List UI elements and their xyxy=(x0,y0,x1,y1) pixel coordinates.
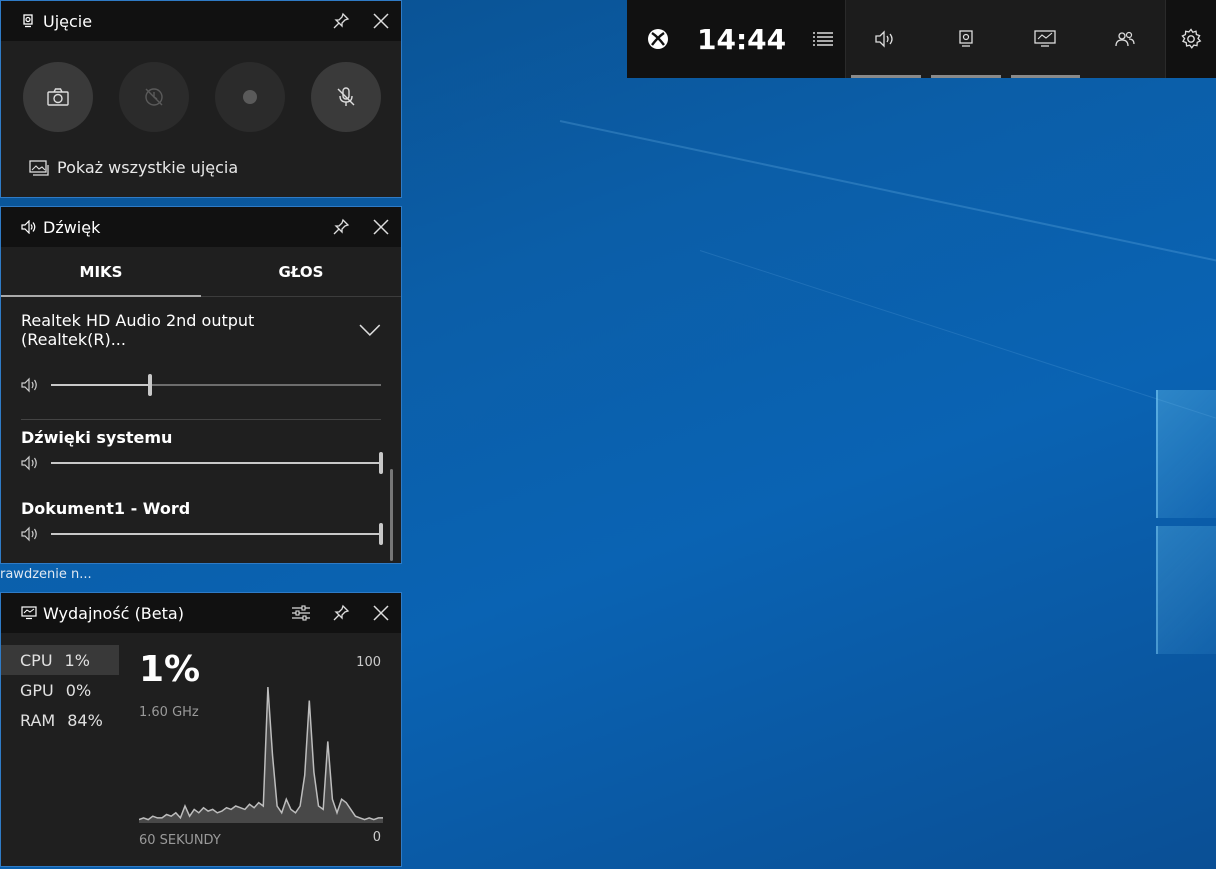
metric-label: CPU xyxy=(20,650,53,670)
cpu-graph-area: 1% 1.60 GHz 100 0 60 SEKUNDY xyxy=(119,633,401,868)
pin-button[interactable] xyxy=(321,1,361,41)
list-icon xyxy=(813,32,834,46)
x-axis-label: 60 SEKUNDY xyxy=(139,833,221,848)
close-button[interactable] xyxy=(361,593,401,633)
word-volume-slider[interactable] xyxy=(51,523,383,545)
capture-icon xyxy=(958,30,973,47)
audio-title: Dźwięk xyxy=(43,217,101,237)
settings-button[interactable] xyxy=(1165,0,1216,78)
people-icon xyxy=(1115,31,1135,47)
metric-value: 0% xyxy=(65,680,92,700)
monitor-icon xyxy=(21,606,37,620)
slider-thumb[interactable] xyxy=(379,523,383,545)
performance-widget-toggle[interactable] xyxy=(1006,0,1086,78)
gear-icon xyxy=(1181,28,1202,49)
active-indicator xyxy=(851,75,921,78)
xbox-button[interactable] xyxy=(647,28,669,50)
master-volume-row xyxy=(1,373,401,397)
record-last-button[interactable] xyxy=(119,62,189,132)
cpu-frequency: 1.60 GHz xyxy=(139,705,199,720)
widget-menu-button[interactable] xyxy=(812,31,834,47)
metric-ram[interactable]: RAM 84% xyxy=(1,705,119,735)
close-icon xyxy=(373,13,389,29)
capture-header: Ujęcie xyxy=(1,1,401,41)
social-widget-toggle[interactable] xyxy=(1085,0,1165,78)
close-icon xyxy=(373,219,389,235)
system-sounds-volume-slider[interactable] xyxy=(51,452,383,474)
game-bar: 14:44 xyxy=(627,0,1216,78)
monitor-icon xyxy=(1034,30,1057,47)
windows-logo-pane xyxy=(1156,526,1216,654)
audio-tabs: MIKS GŁOS xyxy=(1,247,401,297)
capture-icon xyxy=(21,14,35,28)
cpu-usage-value: 1% xyxy=(139,649,201,690)
pin-icon xyxy=(333,604,350,621)
mic-off-icon xyxy=(337,87,355,106)
metric-value: 84% xyxy=(67,710,103,730)
close-button[interactable] xyxy=(361,207,401,247)
y-axis-min: 0 xyxy=(372,830,381,845)
pin-button[interactable] xyxy=(321,593,361,633)
tooltip-text: rawdzenie n... xyxy=(0,567,92,582)
slider-thumb[interactable] xyxy=(379,452,383,474)
speaker-icon xyxy=(21,526,37,542)
show-all-captures-link[interactable]: Pokaż wszystkie ujęcia xyxy=(29,158,401,177)
xbox-logo-icon xyxy=(648,29,668,49)
slider-thumb[interactable] xyxy=(148,374,152,396)
performance-header: Wydajność (Beta) xyxy=(1,593,401,633)
audio-scrollbar[interactable] xyxy=(390,469,393,561)
start-recording-button[interactable] xyxy=(215,62,285,132)
metric-gpu[interactable]: GPU 0% xyxy=(1,675,119,705)
mic-toggle-button[interactable] xyxy=(311,62,381,132)
capture-widget-toggle[interactable] xyxy=(926,0,1006,78)
audio-widget: Dźwięk MIKS GŁOS Realtek HD Audio 2nd ou… xyxy=(0,206,402,564)
audio-widget-toggle[interactable] xyxy=(846,0,926,78)
close-button[interactable] xyxy=(361,1,401,41)
metric-label: GPU xyxy=(20,680,54,700)
app-name-word: Dokument1 - Word xyxy=(21,499,191,518)
record-last-disabled-icon xyxy=(145,88,163,106)
desktop-light-beam xyxy=(699,250,1216,468)
output-device-dropdown[interactable]: Realtek HD Audio 2nd output (Realtek(R).… xyxy=(1,297,401,349)
record-icon xyxy=(243,90,257,104)
sliders-icon xyxy=(292,605,310,621)
system-sounds-volume-row xyxy=(1,451,401,475)
capture-title: Ujęcie xyxy=(43,11,93,31)
speaker-icon xyxy=(21,377,37,393)
desktop-light-beam xyxy=(559,120,1216,310)
metric-value: 1% xyxy=(64,650,90,670)
speaker-icon xyxy=(21,455,37,471)
camera-icon xyxy=(47,88,69,106)
tab-mix[interactable]: MIKS xyxy=(1,247,201,297)
speaker-icon xyxy=(21,220,36,234)
performance-widget: Wydajność (Beta) CPU 1% GPU 0% RAM 84% 1… xyxy=(0,592,402,867)
close-icon xyxy=(373,605,389,621)
metric-list: CPU 1% GPU 0% RAM 84% xyxy=(1,633,119,868)
output-device-label: Realtek HD Audio 2nd output (Realtek(R).… xyxy=(21,311,255,349)
metric-label: RAM xyxy=(20,710,56,730)
tab-voice[interactable]: GŁOS xyxy=(201,247,401,296)
active-indicator xyxy=(1010,75,1081,78)
master-volume-slider[interactable] xyxy=(51,374,381,396)
pin-icon xyxy=(333,218,350,235)
active-indicator xyxy=(930,75,1001,78)
audio-header: Dźwięk xyxy=(1,207,401,247)
clock: 14:44 xyxy=(697,22,787,56)
windows-logo-pane xyxy=(1156,390,1216,518)
options-button[interactable] xyxy=(281,593,321,633)
speaker-icon xyxy=(875,30,893,48)
word-volume-row xyxy=(1,522,401,546)
metric-cpu[interactable]: CPU 1% xyxy=(1,645,119,675)
pin-icon xyxy=(333,12,350,29)
screenshot-button[interactable] xyxy=(23,62,93,132)
show-all-captures-label: Pokaż wszystkie ujęcia xyxy=(57,158,239,177)
y-axis-max: 100 xyxy=(356,655,381,670)
capture-widget: Ujęcie Pokaż wszystkie ujęcia xyxy=(0,0,402,198)
pin-button[interactable] xyxy=(321,207,361,247)
app-name-system-sounds: Dźwięki systemu xyxy=(21,428,173,447)
chevron-down-icon xyxy=(359,324,381,336)
performance-title: Wydajność (Beta) xyxy=(43,603,184,623)
gallery-icon xyxy=(29,159,49,176)
